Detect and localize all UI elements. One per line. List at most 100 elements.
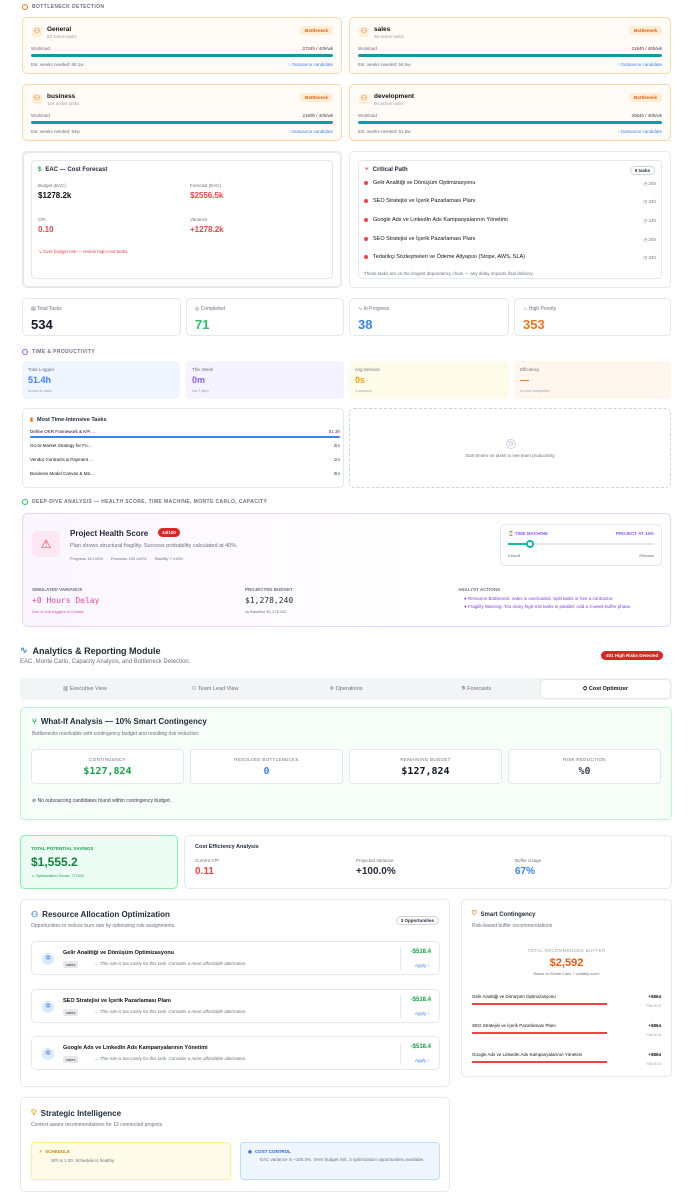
est-weeks: Est. weeks needed: 54w — [31, 129, 80, 134]
eac-inner: $ EAC — Cost Forecast Budget (BAC) $1278.… — [31, 160, 333, 279]
critical-badge: 5 tasks — [629, 166, 655, 175]
risk-bar — [472, 1003, 607, 1005]
time-card-total-logged: Total Logged 51.4h across all tasks — [22, 361, 180, 399]
resource-opportunity: ✲ SEO Stratejisi ve İçerik Pazarlaması P… — [31, 989, 440, 1023]
critical-title: Critical Path — [372, 167, 408, 173]
forecast-label: Forecast (EAC) — [190, 183, 222, 188]
task-row[interactable]: Business Model Canvas & Ma... 0m — [30, 471, 340, 476]
tab-operations[interactable]: ✣ Operations — [283, 679, 409, 699]
dollar-circle-icon: ◉ — [248, 1149, 252, 1154]
team-productivity-empty: ◷ Start timers on tasks to see team prod… — [349, 408, 671, 488]
workload-value: 2724h / 40h/wk — [302, 46, 333, 51]
x-circle-icon: ⊘ — [32, 798, 37, 804]
bottleneck-section-title: BOTTLENECK DETECTION — [22, 4, 104, 10]
tab-team-lead-view[interactable]: ⚇ Team Lead View — [152, 679, 278, 699]
activity-icon: ∿ — [358, 306, 363, 312]
analyst-action: ● Resource Bottleneck: sales is overload… — [464, 596, 614, 601]
analytics-title: ∿ Analytics & Reporting Module — [20, 645, 161, 656]
time-machine: ⌛ TIME MACHINE PROJECT AT 15% Kickoff Re… — [500, 524, 662, 566]
critical-hours: ◷ 24h — [643, 255, 656, 260]
progress-metric: Progress 15 ±15% — [70, 556, 103, 561]
critical-item[interactable]: Gelir Analitiği ve Dönüşüm Optimizasyonu — [364, 180, 475, 186]
analytics-subtitle: EAC, Monte Carlo, Capacity Analysis, and… — [20, 659, 191, 665]
outsource-link[interactable]: ↑ Outsource candidate — [288, 62, 333, 67]
bottleneck-sub: 104 active tasks — [47, 101, 80, 106]
apply-button[interactable]: Apply › — [415, 963, 429, 968]
deep-section-title: DEEP-DIVE ANALYSIS — HEALTH SCORE, TIME … — [22, 499, 267, 505]
workload-label: Workload — [358, 113, 377, 118]
time-card-efficiency: Efficiency — on-time completion — [514, 361, 671, 399]
bottleneck-sub: 83 active tasks — [47, 34, 77, 39]
budget-label: Budget (BAC) — [38, 183, 66, 188]
projected-budget-value: $1,278,240 — [245, 596, 294, 605]
stat-value: 71 — [195, 317, 210, 332]
eac-warning: ↘ Over budget risk — review high-cost ta… — [38, 249, 129, 254]
git-branch-icon: ⑂ — [365, 167, 369, 173]
health-badge: 44/100 — [158, 528, 180, 537]
apply-button[interactable]: Apply › — [415, 1058, 429, 1063]
outsource-link[interactable]: ↑ Outsource candidate — [617, 62, 662, 67]
current-cpi: 0.11 — [195, 866, 214, 877]
red-dot-icon — [364, 199, 368, 203]
task-row[interactable]: Define OKR Framework & KPI ... 51.3h — [30, 429, 340, 434]
activity-icon: ∿ — [20, 645, 28, 655]
users-icon: ⚇ — [359, 94, 369, 104]
time-slider-track[interactable] — [508, 540, 654, 548]
high-risk-badge: 401 High Risks Detected — [601, 651, 664, 660]
tab-forecasts[interactable]: ⚗ Forecasts — [413, 679, 539, 699]
critical-item[interactable]: SEO Stratejisi ve İçerik Pazarlaması Pla… — [364, 198, 475, 204]
tab-executive-view[interactable]: ▥ Executive View — [22, 679, 148, 699]
bottleneck-name: business — [47, 93, 76, 100]
sim-variance-value: +0 Hours Delay — [32, 596, 100, 605]
cost-efficiency-card: Cost Efficiency Analysis Current CPI 0.1… — [184, 835, 672, 889]
bottleneck-card-business[interactable]: ⚇ business 104 active tasks Bottleneck W… — [22, 84, 342, 141]
flask-icon: ⚗ — [460, 686, 466, 692]
risk-bar — [472, 1061, 607, 1063]
critical-item[interactable]: SEO Stratejisi ve İçerik Pazarlaması Pla… — [364, 236, 475, 242]
total-buffer: $2,592 — [549, 957, 584, 969]
apply-button[interactable]: Apply › — [415, 1011, 429, 1016]
settings-icon: ✲ — [42, 953, 54, 965]
critical-path-card: ⑂ Critical Path 5 tasks Gelir Analitiği v… — [349, 151, 671, 288]
bottleneck-badge: Bottleneck — [299, 26, 333, 35]
stat-value: 534 — [31, 317, 53, 332]
red-dot-icon — [364, 237, 368, 241]
alert-icon — [22, 4, 28, 10]
bottleneck-card-development[interactable]: ⚇ development 96 active tasks Bottleneck… — [349, 84, 671, 141]
smart-contingency-card: ⛉ Smart Contingency Risk-based buffer rec… — [461, 899, 672, 1077]
task-row[interactable]: Go-to-Market Strategy for Fo... 2m — [30, 443, 340, 448]
variance-value: +1278.2k — [190, 225, 224, 234]
stat-completed: ◎ Completed 71 — [186, 298, 344, 336]
critical-footnote: These tasks are on the longest dependenc… — [364, 271, 534, 276]
bar-chart-icon: ▥ — [63, 686, 69, 692]
task-row[interactable]: Vendor Contracts & Payment ... 1m — [30, 457, 340, 462]
health-score-panel: ⚠ Project Health Score 44/100 Plan shows… — [22, 513, 671, 627]
time-section-title: TIME & PRODUCTIVITY — [22, 349, 95, 355]
outsource-link[interactable]: ↑ Outsource candidate — [288, 129, 333, 134]
red-dot-icon — [364, 255, 368, 259]
bottleneck-card-general[interactable]: ⚇ General 83 active tasks Bottleneck Wor… — [22, 17, 342, 74]
time-card-avg-session: Avg Session 0s 0 sessions — [349, 361, 509, 399]
stability-metric: Stability 7 ±15% — [154, 556, 184, 561]
stat-value: 353 — [523, 317, 545, 332]
outsource-link[interactable]: ↑ Outsource candidate — [617, 129, 662, 134]
kpi-resolved-bottlenecks: RESOLVED BOTTLENECKS 0 — [190, 749, 343, 784]
savings-card: TOTAL POTENTIAL SAVINGS $1,555.2 ↘ Optim… — [20, 835, 178, 889]
warning-icon: ⚠ — [32, 531, 60, 557]
critical-hours: ◷ 24h — [643, 237, 656, 242]
schedule-insight: ⚡︎ SCHEDULE SPI is 1.00. Schedule is heal… — [31, 1142, 231, 1180]
workload-value: 2064h / 40h/wk — [631, 113, 662, 118]
variance-label: Variance — [190, 217, 208, 222]
projected-variance: +100.0% — [356, 866, 396, 877]
time-slider-handle[interactable] — [526, 540, 535, 548]
critical-item[interactable]: Google Ads ve LinkedIn Ads Kampanyaların… — [364, 217, 508, 223]
tab-cost-optimizer[interactable]: ⛭ Cost Optimizer — [541, 680, 670, 698]
workload-label: Workload — [31, 113, 50, 118]
critical-item[interactable]: Tedarikçi Sözleşmeleri ve Ödeme Altyapıs… — [364, 254, 525, 260]
eac-title: EAC — Cost Forecast — [45, 167, 108, 173]
time-card-this-week: This Week 0m last 7 days — [186, 361, 344, 399]
critical-hours: ◷ 24h — [643, 199, 656, 204]
contingency-item: SEO Stratejisi ve İçerik Pazarlaması Pla… — [472, 1023, 661, 1037]
precision-metric: Precision 100 ±40% — [110, 556, 147, 561]
bottleneck-card-sales[interactable]: ⚇ sales 96 active tasks Bottleneck Workl… — [349, 17, 671, 74]
